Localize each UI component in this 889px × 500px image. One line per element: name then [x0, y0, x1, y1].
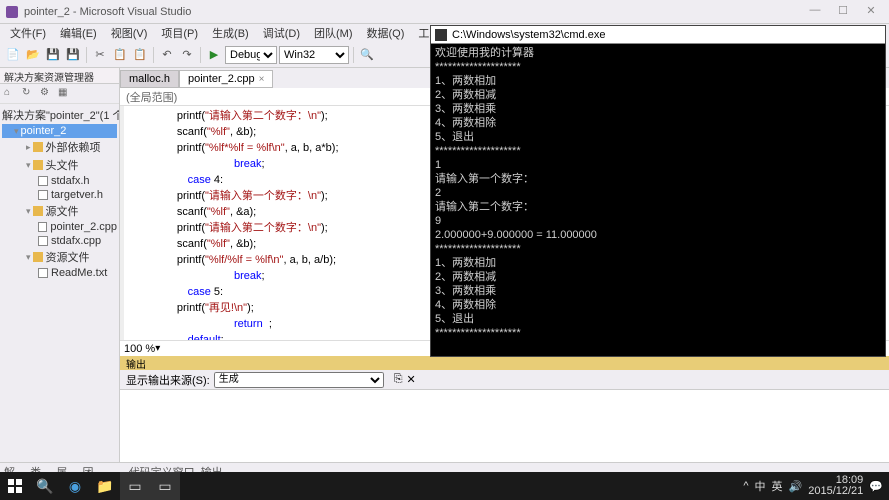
output-panel-title: 输出 [120, 356, 889, 370]
output-body[interactable] [120, 390, 889, 462]
tab-pointer2-cpp[interactable]: pointer_2.cpp× [179, 70, 274, 88]
menu-view[interactable]: 视图(V) [105, 25, 154, 41]
clock[interactable]: 18:09 2015/12/21 [808, 475, 863, 497]
taskbar: 🔍 ◉ 📁 ▭ ▭ ^ 中 英 🔊 18:09 2015/12/21 💬 [0, 472, 889, 500]
close-button[interactable]: ✕ [859, 4, 883, 20]
tab-close-icon[interactable]: × [259, 74, 265, 85]
platform-dropdown[interactable]: Win32 [279, 46, 349, 64]
solution-root[interactable]: 解决方案"pointer_2"(1 个项目) [2, 106, 117, 124]
menu-data[interactable]: 数据(Q) [361, 25, 411, 41]
properties-icon[interactable]: ⚙ [40, 87, 54, 101]
folder-headers[interactable]: ▾头文件 [2, 156, 117, 174]
cut-icon[interactable]: ✂ [91, 46, 109, 64]
maximize-button[interactable]: ☐ [831, 4, 855, 20]
search-icon[interactable]: 🔍 [30, 472, 60, 500]
menu-debug[interactable]: 调试(D) [257, 25, 306, 41]
refresh-icon[interactable]: ↻ [22, 87, 36, 101]
cmd-window[interactable]: C:\Windows\system32\cmd.exe 欢迎使用我的计算器 **… [430, 25, 886, 357]
ime-en[interactable]: 英 [772, 478, 783, 494]
ime-zh[interactable]: 中 [755, 478, 766, 494]
folder-resource[interactable]: ▾资源文件 [2, 248, 117, 266]
undo-icon[interactable]: ↶ [158, 46, 176, 64]
notifications-icon[interactable]: 💬 [869, 480, 883, 493]
output-clear-icon[interactable]: ✕ [407, 373, 416, 386]
start-debug-icon[interactable]: ▶ [205, 46, 223, 64]
edge-icon[interactable]: ◉ [60, 472, 90, 500]
output-source-dropdown[interactable]: 生成 [214, 372, 384, 388]
file-pointer2-cpp[interactable]: pointer_2.cpp [2, 220, 117, 234]
tray-up-icon[interactable]: ^ [743, 480, 748, 492]
solution-explorer: 解决方案资源管理器 ⌂ ↻ ⚙ ▦ 解决方案"pointer_2"(1 个项目)… [0, 68, 120, 462]
menu-file[interactable]: 文件(F) [4, 25, 52, 41]
vs-logo-icon [6, 6, 18, 18]
minimize-button[interactable]: — [803, 4, 827, 20]
output-source-label: 显示输出来源(S): [126, 372, 210, 388]
solution-toolbar: ⌂ ↻ ⚙ ▦ [0, 84, 119, 104]
window-title: pointer_2 - Microsoft Visual Studio [24, 6, 191, 18]
menu-team[interactable]: 团队(M) [308, 25, 359, 41]
menu-edit[interactable]: 编辑(E) [54, 25, 103, 41]
show-all-icon[interactable]: ▦ [58, 87, 72, 101]
vs-taskbar-icon[interactable]: ▭ [120, 472, 150, 500]
menu-build[interactable]: 生成(B) [206, 25, 255, 41]
find-icon[interactable]: 🔍 [358, 46, 376, 64]
system-tray: ^ 中 英 🔊 18:09 2015/12/21 💬 [737, 475, 889, 497]
home-icon[interactable]: ⌂ [4, 87, 18, 101]
file-readme[interactable]: ReadMe.txt [2, 266, 117, 280]
file-stdafx-cpp[interactable]: stdafx.cpp [2, 234, 117, 248]
folder-source[interactable]: ▾源文件 [2, 202, 117, 220]
file-stdafx-h[interactable]: stdafx.h [2, 174, 117, 188]
cmd-title: C:\Windows\system32\cmd.exe [452, 29, 605, 41]
open-icon[interactable]: 📂 [24, 46, 42, 64]
menu-project[interactable]: 项目(P) [155, 25, 204, 41]
new-project-icon[interactable]: 📄 [4, 46, 22, 64]
cmd-taskbar-icon[interactable]: ▭ [150, 472, 180, 500]
cmd-icon [435, 29, 447, 41]
window-titlebar: pointer_2 - Microsoft Visual Studio — ☐ … [0, 0, 889, 24]
output-find-icon[interactable]: ⎘ [394, 373, 403, 386]
save-all-icon[interactable]: 💾 [64, 46, 82, 64]
volume-icon[interactable]: 🔊 [789, 480, 803, 493]
folder-external-deps[interactable]: ▸外部依赖项 [2, 138, 117, 156]
project-node[interactable]: ▾pointer_2 [2, 124, 117, 138]
redo-icon[interactable]: ↷ [178, 46, 196, 64]
copy-icon[interactable]: 📋 [111, 46, 129, 64]
config-dropdown[interactable]: Debug [225, 46, 277, 64]
start-button[interactable] [0, 472, 30, 500]
file-targetver-h[interactable]: targetver.h [2, 188, 117, 202]
output-filter-bar: 显示输出来源(S): 生成 ⎘ ✕ [120, 370, 889, 390]
solution-tree: 解决方案"pointer_2"(1 个项目) ▾pointer_2 ▸外部依赖项… [0, 104, 119, 462]
cmd-body[interactable]: 欢迎使用我的计算器 ******************** 1、两数相加 2、… [431, 44, 885, 342]
cmd-titlebar: C:\Windows\system32\cmd.exe [431, 26, 885, 44]
paste-icon[interactable]: 📋 [131, 46, 149, 64]
save-icon[interactable]: 💾 [44, 46, 62, 64]
explorer-icon[interactable]: 📁 [90, 472, 120, 500]
solution-explorer-title: 解决方案资源管理器 [0, 68, 119, 84]
tab-malloc-h[interactable]: malloc.h [120, 70, 179, 88]
